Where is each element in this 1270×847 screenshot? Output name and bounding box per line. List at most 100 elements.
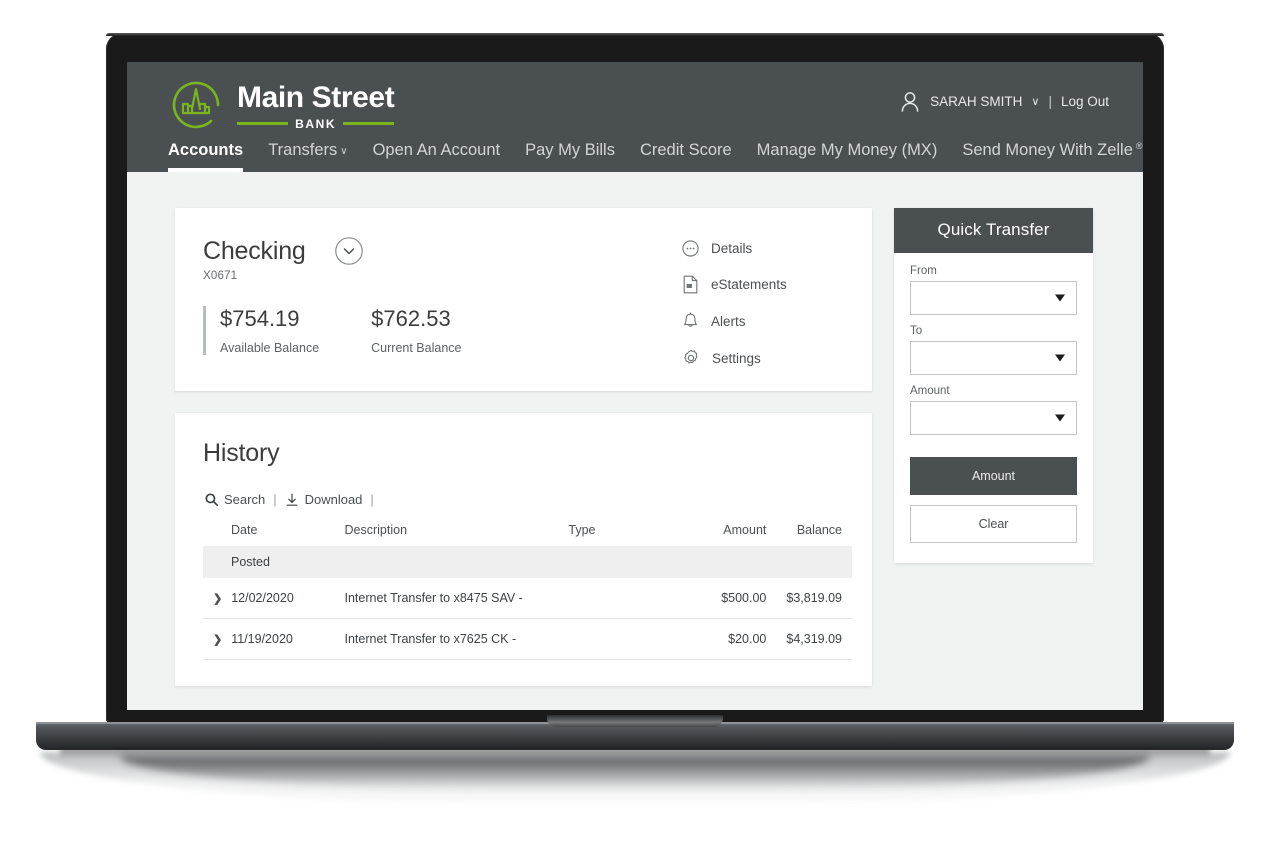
transaction-history-card: History Search | Download | Date Descrip… bbox=[175, 413, 872, 686]
cell-type bbox=[558, 578, 671, 619]
account-action-label: Alerts bbox=[711, 314, 746, 329]
account-action-label: Details bbox=[711, 241, 753, 256]
account-title-row: Checking bbox=[203, 236, 682, 266]
details-ellipsis-circle-icon bbox=[682, 240, 699, 257]
available-balance-block: $754.19 Available Balance bbox=[220, 306, 319, 355]
nav-item-open-an-account[interactable]: Open An Account bbox=[373, 141, 501, 172]
cell-balance: $3,819.09 bbox=[776, 578, 852, 619]
document-icon bbox=[683, 275, 698, 294]
user-separator: | bbox=[1048, 94, 1052, 109]
nav-item-accounts[interactable]: Accounts bbox=[168, 141, 244, 172]
log-out-link[interactable]: Log Out bbox=[1061, 94, 1109, 109]
laptop-base bbox=[36, 715, 1234, 750]
available-balance-amount: $754.19 bbox=[220, 306, 300, 331]
quick-transfer-panel: Quick Transfer From To Amount Amount Cle… bbox=[894, 208, 1093, 563]
main-navigation: Accounts Transfers ∨ Open An Account Pay… bbox=[168, 126, 1143, 172]
site-header: Main Street BANK SARAH SMITH ∨ | Log Out bbox=[127, 62, 1143, 172]
toolbar-separator: | bbox=[273, 492, 277, 507]
to-field-label: To bbox=[910, 325, 923, 337]
chevron-down-icon bbox=[1055, 354, 1065, 362]
account-summary-card: Checking X0671 $754.19 Available Balance… bbox=[175, 208, 872, 391]
account-heading: Checking bbox=[203, 237, 306, 266]
table-header-row: Date Description Type Amount Balance bbox=[203, 523, 852, 546]
from-account-select[interactable] bbox=[910, 281, 1077, 315]
page-content: Checking X0671 $754.19 Available Balance… bbox=[127, 172, 1143, 686]
search-icon bbox=[205, 493, 218, 506]
transaction-table-head: Date Description Type Amount Balance bbox=[203, 523, 852, 546]
transaction-group-label: Posted bbox=[203, 546, 852, 578]
table-row[interactable]: ❯ 11/19/2020 Internet Transfer to x7625 … bbox=[203, 618, 852, 660]
nav-item-label: Manage My Money (MX) bbox=[756, 141, 938, 159]
account-name: Checking bbox=[203, 236, 306, 265]
nav-item-label: Transfers bbox=[268, 141, 338, 159]
nav-item-label: Accounts bbox=[168, 141, 244, 159]
history-search-button[interactable]: Search bbox=[205, 492, 265, 507]
table-row[interactable]: ❯ 12/02/2020 Internet Transfer to x8475 … bbox=[203, 578, 852, 619]
nav-item-pay-my-bills[interactable]: Pay My Bills bbox=[525, 141, 615, 172]
brand-logo[interactable]: Main Street BANK bbox=[168, 77, 395, 133]
screenshot-stage: MacBook Pro Main Street BANK bbox=[0, 0, 1270, 847]
nav-item-transfers[interactable]: Transfers ∨ bbox=[268, 141, 347, 172]
quick-transfer-title: Quick Transfer bbox=[894, 208, 1093, 253]
chevron-right-icon[interactable]: ❯ bbox=[213, 633, 222, 646]
secondary-column: Quick Transfer From To Amount Amount Cle… bbox=[894, 208, 1093, 563]
account-action-estatements[interactable]: eStatements bbox=[682, 275, 862, 294]
nav-item-label: Open An Account bbox=[372, 141, 501, 159]
transaction-table: Date Description Type Amount Balance Pos… bbox=[203, 523, 852, 660]
primary-column: Checking X0671 $754.19 Available Balance… bbox=[175, 208, 872, 686]
nav-item-credit-score[interactable]: Credit Score bbox=[640, 141, 732, 172]
user-avatar-icon bbox=[901, 92, 919, 112]
balances-group: $754.19 Available Balance $762.53 Curren… bbox=[203, 306, 682, 355]
account-action-settings[interactable]: Settings bbox=[682, 349, 862, 367]
download-icon bbox=[286, 493, 297, 506]
clear-button[interactable]: Clear bbox=[910, 505, 1077, 543]
lid-top-sheen bbox=[106, 33, 1164, 36]
user-name: SARAH SMITH bbox=[930, 94, 1023, 109]
cell-balance: $4,319.09 bbox=[776, 618, 852, 660]
gear-icon bbox=[684, 349, 698, 364]
amount-field-label: Amount bbox=[910, 385, 950, 397]
account-action-alerts[interactable]: Alerts bbox=[682, 312, 862, 331]
chevron-down-icon bbox=[1055, 414, 1065, 422]
account-summary-main: Checking X0671 $754.19 Available Balance… bbox=[175, 236, 682, 367]
brand-rule-left bbox=[237, 122, 289, 125]
user-account-area[interactable]: SARAH SMITH ∨ | Log Out bbox=[899, 90, 1109, 113]
col-balance: Balance bbox=[796, 523, 842, 537]
cell-amount: $500.00 bbox=[670, 578, 777, 619]
nav-item-send-money-with-zelle[interactable]: Send Money With Zelle ® bbox=[962, 141, 1142, 172]
cell-description: Internet Transfer to x8475 SAV - bbox=[334, 578, 559, 619]
chevron-down-icon: ∨ bbox=[340, 146, 348, 157]
col-date: Date bbox=[231, 523, 258, 537]
registered-trademark-icon: ® bbox=[1135, 140, 1143, 151]
chevron-down-circle-icon[interactable] bbox=[334, 236, 364, 266]
nav-item-manage-my-money[interactable]: Manage My Money (MX) bbox=[757, 141, 938, 172]
account-number: X0671 bbox=[203, 270, 238, 282]
toolbar-separator-end: | bbox=[370, 492, 374, 507]
brand-rule-right bbox=[343, 122, 395, 125]
history-download-button[interactable]: Download bbox=[285, 492, 363, 507]
nav-item-label: Pay My Bills bbox=[525, 141, 615, 159]
transaction-date: 12/02/2020 bbox=[231, 591, 294, 605]
nav-item-label: Credit Score bbox=[639, 141, 732, 159]
account-actions-list: Details eStatements Alerts Settings bbox=[682, 236, 872, 367]
chevron-right-icon[interactable]: ❯ bbox=[213, 592, 222, 605]
bell-icon bbox=[684, 312, 697, 327]
quick-transfer-form: From To Amount Amount Clear bbox=[894, 253, 1093, 543]
date-with-expander: ❯ 12/02/2020 bbox=[213, 591, 325, 605]
base-center-notch bbox=[547, 715, 723, 727]
brand-name: Main Street bbox=[237, 80, 395, 114]
cell-date: ❯ 11/19/2020 bbox=[203, 618, 335, 660]
cell-amount: $20.00 bbox=[670, 618, 777, 660]
cell-description: Internet Transfer to x7625 CK - bbox=[334, 618, 559, 660]
to-account-select[interactable] bbox=[910, 341, 1077, 375]
chevron-down-icon bbox=[1055, 294, 1065, 302]
history-tool-label: Download bbox=[304, 492, 363, 507]
transaction-table-body: Posted ❯ 12/02/2020 Internet Transfer to bbox=[203, 546, 852, 660]
current-balance-block: $762.53 Current Balance bbox=[371, 306, 461, 355]
account-action-details[interactable]: Details bbox=[682, 240, 862, 257]
submit-amount-button[interactable]: Amount bbox=[910, 457, 1077, 495]
transaction-group-header: Posted bbox=[203, 546, 852, 578]
user-menu-chevron-down-icon[interactable]: ∨ bbox=[1031, 95, 1039, 108]
city-skyline-circle-logo-icon bbox=[172, 81, 220, 129]
amount-select[interactable] bbox=[910, 401, 1077, 435]
